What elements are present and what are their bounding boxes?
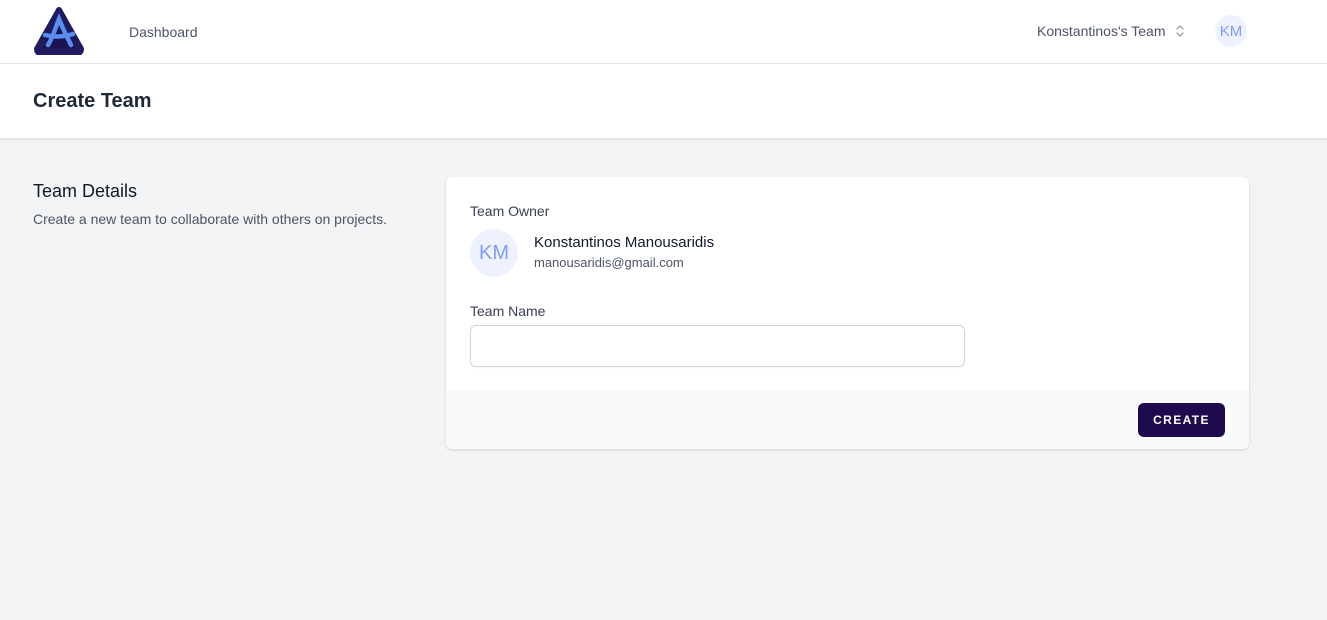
create-button[interactable]: CREATE	[1138, 403, 1225, 437]
create-team-form: Team Owner KM Konstantinos Manousaridis …	[446, 177, 1249, 449]
team-name-label: Team Name	[470, 303, 546, 319]
form-actions: CREATE	[446, 390, 1249, 449]
app-logo-icon[interactable]	[33, 7, 85, 56]
owner-name: Konstantinos Manousaridis	[534, 234, 715, 251]
team-name-input[interactable]	[470, 325, 965, 367]
team-switcher-label: Konstantinos's Team	[1037, 23, 1166, 39]
user-avatar[interactable]: KM	[1215, 15, 1247, 47]
section-title: Team Details	[33, 181, 138, 201]
page-header: Create Team	[0, 64, 1327, 138]
section-description: Create a new team to collaborate with ot…	[33, 211, 388, 227]
team-owner-label: Team Owner	[470, 203, 550, 219]
top-navigation: Dashboard Konstantinos's Team KM	[0, 0, 1327, 64]
owner-email: manousaridis@gmail.com	[534, 255, 684, 270]
chevron-up-down-icon	[1175, 25, 1184, 37]
owner-avatar: KM	[470, 229, 518, 277]
team-switcher[interactable]: Konstantinos's Team	[1037, 21, 1185, 41]
page-title: Create Team	[33, 90, 152, 112]
nav-link-dashboard[interactable]: Dashboard	[129, 23, 198, 41]
